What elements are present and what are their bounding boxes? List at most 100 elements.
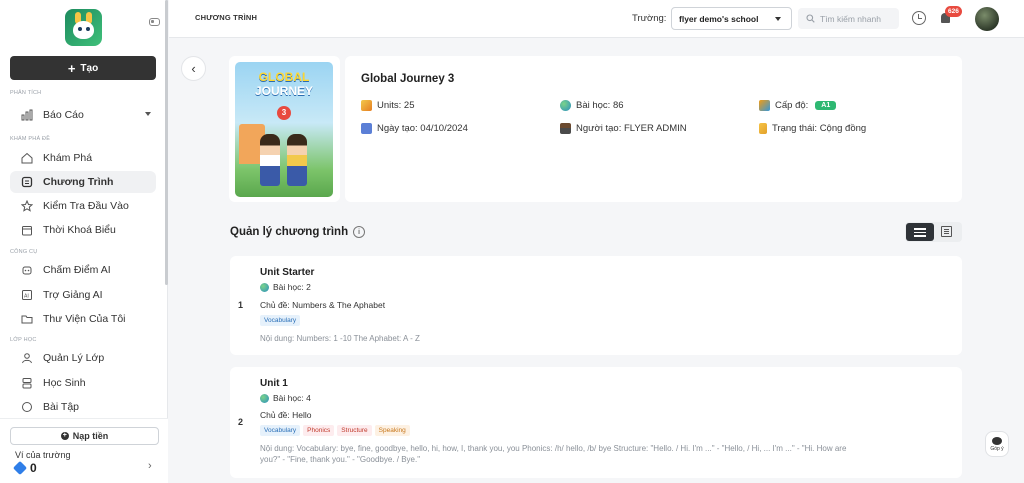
unit-index: 1 bbox=[238, 300, 244, 310]
sidebar-item-label: Chương Trình bbox=[43, 176, 114, 188]
app-logo[interactable] bbox=[65, 9, 102, 46]
class-icon bbox=[21, 352, 33, 364]
sidebar-item-label: Kiểm Tra Đầu Vào bbox=[43, 200, 129, 212]
book-units-text: Units: 25 bbox=[377, 100, 415, 111]
cover-title-line2: JOURNEY bbox=[254, 84, 313, 98]
sidebar-item-label: Quản Lý Lớp bbox=[43, 352, 105, 364]
book-lessons-text: Bài học: 86 bbox=[576, 100, 624, 111]
program-section-title: Quản lý chương trình i bbox=[230, 226, 366, 238]
unit-content: Nội dung: Vocabulary: bye, fine, goodbye… bbox=[260, 444, 847, 464]
sidebar-item-label: Thời Khoá Biểu bbox=[43, 224, 116, 236]
sidebar-item-label: Báo Cáo bbox=[43, 109, 84, 121]
ai-icon: AI bbox=[21, 289, 33, 301]
sidebar-item-timetable[interactable]: Thời Khoá Biểu bbox=[10, 219, 156, 241]
chevron-left-icon: ‹ bbox=[191, 61, 196, 76]
sidebar-item-ai-assistant[interactable]: AI Trợ Giảng AI bbox=[10, 284, 156, 306]
feedback-button[interactable]: Góp ý bbox=[985, 431, 1009, 457]
school-select[interactable]: flyer demo's school bbox=[671, 7, 792, 30]
book-creator-text: Người tạo: FLYER ADMIN bbox=[576, 123, 687, 134]
book-level: Cấp độ: A1 bbox=[759, 100, 837, 111]
cover-kid-boy bbox=[260, 134, 280, 186]
plus-icon: + bbox=[60, 432, 69, 440]
unit-lesson-count-text: Bài học: 2 bbox=[273, 282, 311, 292]
sidebar-scrollbar[interactable] bbox=[165, 0, 168, 285]
sidebar-item-label: Học Sinh bbox=[43, 377, 86, 389]
cover-number: 3 bbox=[277, 106, 291, 120]
breadcrumb: CHƯƠNG TRÌNH bbox=[195, 13, 258, 22]
program-section-title-text: Quản lý chương trình bbox=[230, 226, 349, 238]
pencil-icon bbox=[361, 100, 372, 111]
unit-lesson-count: Bài học: 4 bbox=[260, 393, 311, 403]
unit-tags: Vocabulary Phonics Structure Speaking bbox=[260, 425, 410, 436]
calendar-icon bbox=[21, 224, 33, 236]
search-placeholder: Tìm kiếm nhanh bbox=[820, 13, 881, 24]
school-label: Trường: bbox=[632, 13, 667, 24]
topup-label: Nạp tiền bbox=[72, 431, 109, 441]
info-icon[interactable]: i bbox=[353, 226, 366, 238]
top-header: CHƯƠNG TRÌNH Trường: flyer demo's school… bbox=[169, 0, 1024, 38]
sidebar-item-students[interactable]: Học Sinh bbox=[10, 372, 156, 394]
tag-structure: Structure bbox=[337, 425, 372, 436]
unit-index: 2 bbox=[238, 417, 244, 427]
chat-icon bbox=[992, 436, 1002, 445]
folder-icon bbox=[21, 313, 33, 325]
book-level-label: Cấp độ: bbox=[775, 100, 809, 111]
unit-lesson-count: Bài học: 2 bbox=[260, 282, 311, 292]
sidebar-item-homework[interactable]: Bài Tập bbox=[10, 396, 156, 418]
cover-title-line1: GLOBAL bbox=[258, 70, 310, 84]
section-title-explore: KHÁM PHÁ ĐỀ bbox=[10, 136, 51, 142]
wallet-label: Ví của trường bbox=[15, 450, 71, 460]
tag-vocabulary: Vocabulary bbox=[260, 425, 301, 436]
sidebar-item-label: Bài Tập bbox=[43, 401, 79, 413]
create-button[interactable]: + Tạo bbox=[10, 56, 156, 80]
sidebar-item-program[interactable]: Chương Trình bbox=[10, 171, 156, 193]
calendar-icon bbox=[361, 123, 372, 134]
history-icon[interactable] bbox=[912, 11, 926, 25]
unit-tags: Vocabulary bbox=[260, 315, 301, 326]
topup-button[interactable]: + Nạp tiền bbox=[10, 427, 159, 445]
diamond-icon bbox=[12, 460, 28, 476]
book-lessons: Bài học: 86 bbox=[560, 100, 624, 111]
bar-chart-icon bbox=[21, 109, 33, 121]
sidebar-item-label: Trợ Giảng AI bbox=[43, 289, 103, 301]
unit-topic: Chủ đề: Hello bbox=[260, 410, 312, 420]
sidebar-item-reports[interactable]: Báo Cáo bbox=[10, 104, 156, 126]
sidebar-item-explore[interactable]: Khám Phá bbox=[10, 147, 156, 169]
detail-view-button[interactable] bbox=[941, 226, 952, 237]
sidebar-item-class-management[interactable]: Quản Lý Lớp bbox=[10, 347, 156, 369]
sidebar-item-my-library[interactable]: Thư Viện Của Tôi bbox=[10, 308, 156, 330]
plus-icon: + bbox=[67, 60, 76, 76]
chevron-right-icon[interactable]: › bbox=[148, 460, 152, 472]
book-title: Global Journey 3 bbox=[361, 73, 455, 85]
wallet-value: 0 bbox=[30, 461, 37, 475]
collapse-sidebar-icon[interactable] bbox=[149, 18, 160, 26]
create-label: Tạo bbox=[80, 62, 99, 74]
program-icon bbox=[21, 176, 33, 188]
sidebar-item-entrance-test[interactable]: Kiểm Tra Đầu Vào bbox=[10, 195, 156, 217]
star-icon bbox=[21, 200, 33, 212]
robot-icon bbox=[21, 264, 33, 276]
list-view-button[interactable] bbox=[906, 223, 934, 241]
chevron-down-icon bbox=[775, 17, 781, 21]
sidebar-item-ai-grading[interactable]: Chấm Điểm AI bbox=[10, 259, 156, 281]
sidebar-wallet-panel: + Nạp tiền Ví của trường 0 › bbox=[0, 418, 168, 483]
unit-topic: Chủ đề: Numbers & The Aphabet bbox=[260, 300, 386, 310]
sidebar: + Tạo PHÂN TÍCH Báo Cáo KHÁM PHÁ ĐỀ Khám… bbox=[0, 0, 168, 483]
globe-icon bbox=[560, 100, 571, 111]
book-status: Trạng thái: Cộng đồng bbox=[759, 123, 866, 134]
book-created-date-text: Ngày tạo: 04/10/2024 bbox=[377, 123, 468, 134]
back-button[interactable]: ‹ bbox=[181, 56, 206, 81]
feedback-label: Góp ý bbox=[990, 445, 1004, 452]
search-icon bbox=[806, 14, 815, 23]
book-units: Units: 25 bbox=[361, 100, 415, 111]
unit-card[interactable]: 1 Unit Starter Bài học: 2 Chủ đề: Number… bbox=[230, 256, 962, 355]
unit-lesson-count-text: Bài học: 4 bbox=[273, 393, 311, 403]
unit-card[interactable]: 2 Unit 1 Bài học: 4 Chủ đề: Hello Vocabu… bbox=[230, 367, 962, 478]
avatar[interactable] bbox=[975, 7, 999, 31]
quick-search-input[interactable]: Tìm kiếm nhanh bbox=[798, 8, 899, 29]
sidebar-item-label: Thư Viện Của Tôi bbox=[43, 313, 126, 325]
blocks-icon bbox=[759, 100, 770, 111]
homework-icon bbox=[21, 401, 33, 413]
globe-icon bbox=[260, 393, 269, 403]
notification-badge: 626 bbox=[945, 6, 962, 17]
